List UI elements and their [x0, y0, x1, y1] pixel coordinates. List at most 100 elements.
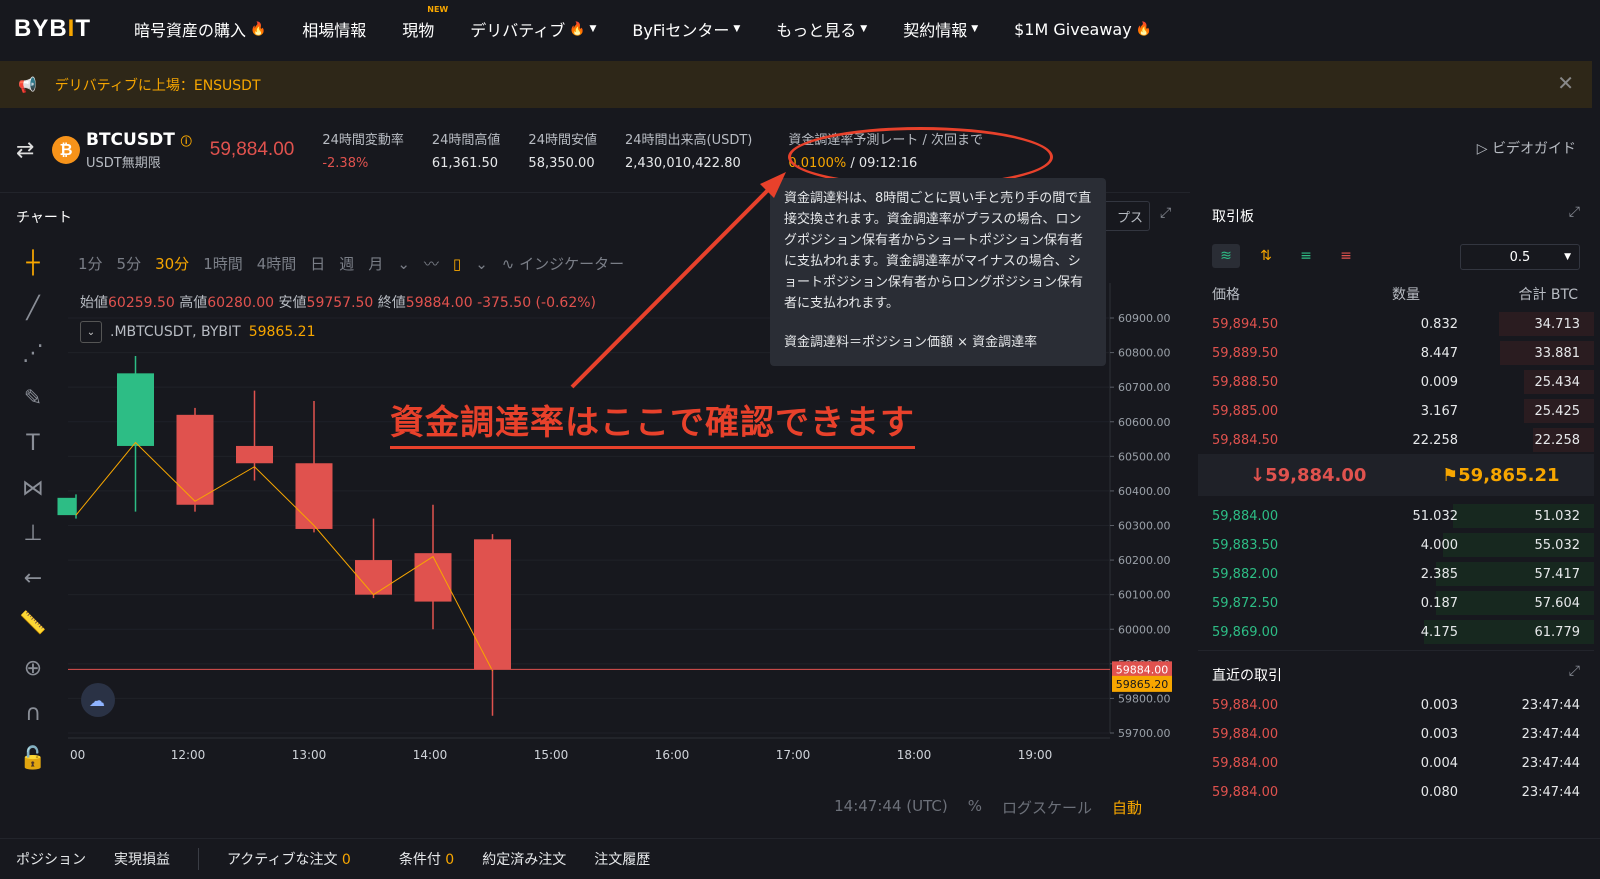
tab-order-history[interactable]: 注文履歴 — [594, 849, 650, 869]
symbol-name: BTCUSDT — [86, 129, 175, 150]
ask-row[interactable]: 59,894.50 0.832 34.713 — [1198, 310, 1594, 338]
trade-qty: 0.004 — [1420, 755, 1458, 771]
trade-price: 59,884.00 — [1212, 784, 1279, 800]
asks-only-icon[interactable]: ≡ — [1332, 244, 1360, 268]
y-tick-label: 60100.00 — [1118, 589, 1171, 602]
trade-price: 59,884.00 — [1212, 726, 1279, 742]
bid-row[interactable]: 59,882.00 2.385 57.417 — [1198, 560, 1594, 588]
symbol-block[interactable]: BTCUSDT ⓘ USDT無期限 — [86, 130, 192, 171]
tab-realized-pnl[interactable]: 実現損益 — [114, 849, 170, 869]
trade-row: 59,884.00 0.080 23:47:44 — [1198, 778, 1594, 806]
y-tick-label: 60500.00 — [1118, 450, 1171, 463]
bybit-logo[interactable]: BYBIT — [14, 15, 134, 43]
ob-price: 59,882.00 — [1212, 566, 1279, 582]
trade-time: 23:47:44 — [1521, 726, 1580, 742]
callout-text: 資金調達率はここで確認できます — [390, 395, 915, 449]
chart-footer: 14:47:44 (UTC) % ログスケール 自動 — [834, 797, 1142, 818]
ask-row[interactable]: 59,885.00 3.167 25.425 — [1198, 397, 1594, 425]
trade-time: 23:47:44 — [1521, 755, 1580, 771]
candle-body — [414, 553, 452, 602]
ob-qty: 2.385 — [1420, 566, 1458, 582]
y-tick-label: 60400.00 — [1118, 485, 1171, 498]
play-icon: ▷ — [1476, 141, 1488, 157]
funding-tooltip: 資金調達料は、8時間ごとに買い手と売り手の間で直接交換されます。資金調達率がプラ… — [770, 178, 1106, 366]
new-badge: NEW — [427, 5, 449, 14]
orderbook-view-toggles: ≋ ⇅ ≡ ≡ — [1212, 244, 1360, 268]
nav-derivatives[interactable]: デリバティブ 🔥 ▼ — [470, 17, 596, 41]
caret-down-icon: ▼ — [971, 24, 979, 34]
both-sides-icon[interactable]: ≋ — [1212, 244, 1240, 268]
last-price-tag-text: 59884.00 — [1116, 663, 1169, 676]
nav-more[interactable]: もっと見る ▼ — [776, 17, 867, 41]
ask-row[interactable]: 59,889.50 8.447 33.881 — [1198, 339, 1594, 367]
candle-body — [57, 497, 76, 516]
ob-price: 59,889.50 — [1212, 345, 1279, 361]
ob-total: 51.032 — [1534, 508, 1581, 524]
ob-total: 55.032 — [1534, 537, 1581, 553]
ask-row[interactable]: 59,884.50 22.258 22.258 — [1198, 426, 1594, 454]
bids-only-icon[interactable]: ≡ — [1292, 244, 1320, 268]
banner-text[interactable]: デリバティブに上場：ENSUSDT — [55, 75, 261, 95]
ob-total: 22.258 — [1534, 432, 1581, 448]
x-tick-label: 12:00 — [171, 748, 206, 762]
ask-row[interactable]: 59,888.50 0.009 25.434 — [1198, 368, 1594, 396]
ob-qty: 22.258 — [1412, 432, 1459, 448]
nav-giveaway[interactable]: $1M Giveaway 🔥 — [1014, 20, 1152, 39]
ob-price: 59,884.50 — [1212, 432, 1279, 448]
bid-row[interactable]: 59,883.50 4.000 55.032 — [1198, 531, 1594, 559]
y-tick-label: 60800.00 — [1118, 347, 1171, 360]
swap-sides-icon[interactable]: ⇅ — [1252, 244, 1280, 268]
nav-spot[interactable]: 現物 NEW — [402, 5, 448, 41]
y-tick-label: 60200.00 — [1118, 554, 1171, 567]
nav-byfi-center[interactable]: ByFiセンター ▼ — [632, 17, 740, 41]
info-icon[interactable]: ⓘ — [181, 135, 192, 148]
ob-qty: 4.000 — [1420, 537, 1458, 553]
tab-positions[interactable]: ポジション — [16, 849, 86, 869]
caret-down-icon: ▼ — [860, 24, 868, 34]
ob-total: 25.425 — [1534, 403, 1581, 419]
swap-icon[interactable]: ⇄ — [16, 138, 52, 163]
candle-body — [176, 414, 214, 505]
expand-icon[interactable]: ⤢ — [1569, 663, 1580, 679]
nav-contract-info[interactable]: 契約情報 ▼ — [903, 17, 978, 41]
bid-row[interactable]: 59,884.00 51.032 51.032 — [1198, 502, 1594, 530]
y-tick-label: 60300.00 — [1118, 520, 1171, 533]
percent-toggle[interactable]: % — [968, 797, 982, 818]
auto-scale-toggle[interactable]: 自動 — [1112, 797, 1142, 818]
nav-markets[interactable]: 相場情報 — [302, 17, 366, 41]
y-tick-label: 59700.00 — [1118, 727, 1171, 740]
bottom-tabs: ポジション 実現損益 アクティブな注文 0 条件付 0 約定済み注文 注文履歴 — [0, 838, 1600, 879]
depth-select[interactable]: 0.5 ▼ — [1460, 244, 1580, 270]
bid-row[interactable]: 59,872.50 0.187 57.604 — [1198, 589, 1594, 617]
tooltip-body: 資金調達料は、8時間ごとに買い手と売り手の間で直接交換されます。資金調達率がプラ… — [784, 191, 1092, 311]
video-guide-link[interactable]: ▷ ビデオガイド — [1477, 138, 1576, 158]
symbol-subtitle: USDT無期限 — [86, 155, 161, 171]
tab-conditional[interactable]: 条件付 0 — [399, 849, 454, 869]
candle-body — [236, 445, 273, 464]
trade-price: 59,884.00 — [1212, 755, 1279, 771]
close-icon[interactable]: ✕ — [1557, 71, 1574, 95]
trade-qty: 0.003 — [1420, 697, 1458, 713]
trade-row: 59,884.00 0.004 23:47:44 — [1198, 749, 1594, 777]
ob-price: 59,894.50 — [1212, 316, 1279, 332]
expand-icon[interactable]: ⤢ — [1569, 204, 1580, 220]
tab-active-orders[interactable]: アクティブな注文 0 — [227, 849, 351, 869]
ob-total: 57.417 — [1534, 566, 1581, 582]
ob-qty: 8.447 — [1420, 345, 1458, 361]
ob-qty: 4.175 — [1420, 624, 1458, 640]
top-navigation: BYBIT 暗号資産の購入 🔥 相場情報 現物 NEW デリバティブ 🔥 ▼ ByFiセ… — [0, 0, 1600, 58]
bid-row[interactable]: 59,869.00 4.175 61.779 — [1198, 618, 1594, 646]
caret-down-icon: ▼ — [733, 24, 741, 34]
ob-total: 61.779 — [1534, 624, 1581, 640]
utc-clock: 14:47:44 (UTC) — [834, 797, 948, 815]
y-tick-label: 60700.00 — [1118, 381, 1171, 394]
x-tick-label: 00 — [70, 748, 85, 762]
orderbook-header: 価格 数量 合計 BTC — [1212, 287, 1578, 303]
nav-buy-crypto[interactable]: 暗号資産の購入 🔥 — [134, 17, 266, 41]
x-tick-label: 14:00 — [413, 748, 448, 762]
log-scale-toggle[interactable]: ログスケール — [1002, 797, 1092, 818]
tooltip-formula: 資金調達料＝ポジション価額 × 資金調達率 — [784, 335, 1038, 350]
tab-filled-orders[interactable]: 約定済み注文 — [482, 849, 566, 869]
ob-total: 33.881 — [1534, 345, 1581, 361]
y-tick-label: 60900.00 — [1118, 312, 1171, 325]
